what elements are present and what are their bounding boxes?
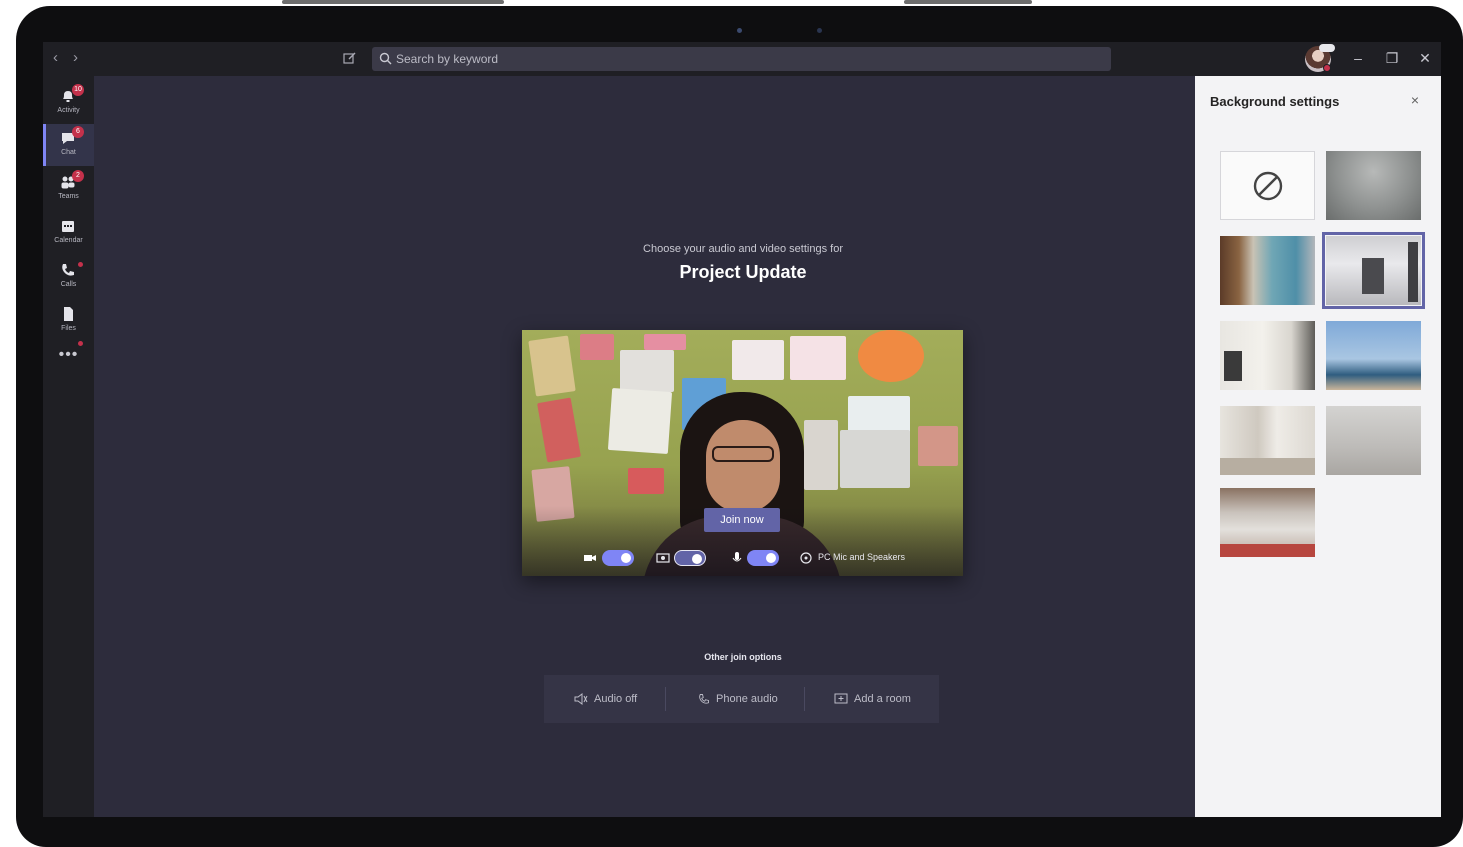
background-option-open-office[interactable] [1220, 488, 1315, 557]
chat-badge: 6 [72, 126, 84, 138]
background-settings-title: Background settings [1210, 94, 1340, 109]
join-now-button[interactable]: Join now [704, 508, 780, 532]
more-apps-icon[interactable]: ••• [43, 346, 94, 364]
teams-window: ‹ › – ❐ ✕ 10 Activity [43, 42, 1441, 817]
speaker-off-icon [574, 693, 588, 705]
search-icon [379, 52, 392, 65]
device-settings-icon[interactable] [799, 552, 813, 564]
activity-badge: 10 [72, 84, 84, 96]
app-bar-label: Teams [58, 193, 79, 200]
other-join-options: Audio off Phone audio Add a room [544, 675, 939, 723]
calls-notification-dot [78, 262, 83, 267]
wall-art [580, 334, 614, 360]
toggle-knob [766, 553, 776, 563]
prejoin-subtitle: Choose your audio and video settings for [643, 243, 843, 255]
phone-audio-option[interactable]: Phone audio [698, 675, 778, 723]
doorway [1362, 258, 1384, 294]
wall-art [918, 426, 958, 466]
wall-art [644, 334, 686, 350]
app-bar-item-calendar[interactable]: Calendar [43, 212, 94, 254]
divider [665, 687, 666, 711]
background-option-wall[interactable] [1326, 406, 1421, 475]
microphone-toggle[interactable] [747, 550, 779, 566]
app-bar-label: Files [61, 325, 76, 332]
app-bar-label: Chat [61, 149, 76, 156]
search-box[interactable] [372, 47, 1111, 71]
wall-art [732, 340, 784, 380]
add-room-label: Add a room [854, 693, 911, 705]
device-button [904, 0, 1032, 4]
wall-art [790, 336, 846, 380]
background-option-hallway[interactable] [1322, 232, 1425, 309]
toggle-knob [621, 553, 631, 563]
teams-badge: 2 [72, 170, 84, 182]
camera-icon [584, 555, 596, 561]
restore-icon[interactable]: ❐ [1383, 49, 1401, 67]
window-frame [1224, 351, 1242, 381]
camera-lens-icon [817, 28, 822, 33]
minimize-icon[interactable]: – [1349, 49, 1367, 67]
phone-audio-label: Phone audio [716, 693, 778, 705]
back-arrow-icon[interactable]: ‹ [53, 50, 58, 66]
toggle-knob [692, 554, 702, 564]
background-blur-toggle[interactable] [674, 550, 706, 566]
room-icon [834, 693, 848, 704]
app-bar: 10 Activity 6 Chat 2 Teams Calendar Call… [43, 76, 94, 817]
wall-art [858, 330, 924, 382]
person-face [706, 420, 780, 512]
wall-art [620, 350, 674, 392]
no-background-icon [1253, 171, 1282, 200]
background-option-bright-room[interactable] [1220, 321, 1315, 390]
more-apps-notification-dot [78, 341, 83, 346]
compose-icon[interactable] [343, 51, 357, 65]
forward-arrow-icon[interactable]: › [73, 50, 78, 66]
close-icon[interactable]: × [1407, 92, 1423, 108]
microphone-icon [732, 552, 742, 562]
window-frame [1408, 242, 1418, 302]
search-input[interactable] [396, 47, 1096, 71]
wall-art [628, 468, 664, 494]
file-icon [64, 307, 73, 321]
camera-toggle[interactable] [602, 550, 634, 566]
wall-art [607, 387, 673, 455]
app-bar-label: Activity [57, 107, 80, 114]
app-bar-item-teams[interactable]: 2 Teams [43, 168, 94, 210]
add-room-option[interactable]: Add a room [834, 675, 911, 723]
close-window-icon[interactable]: ✕ [1416, 49, 1434, 67]
glasses [712, 446, 774, 462]
meeting-title: Project Update [679, 262, 807, 282]
app-bar-label: Calls [60, 281, 77, 288]
app-bar-item-calls[interactable]: Calls [43, 256, 94, 298]
audio-off-label: Audio off [594, 693, 638, 705]
divider [804, 687, 805, 711]
avatar-status-badge [1319, 44, 1335, 52]
title-bar: ‹ › – ❐ ✕ [43, 42, 1441, 76]
app-bar-item-activity[interactable]: 10 Activity [43, 82, 94, 124]
background-option-blur[interactable] [1326, 151, 1421, 220]
app-bar-item-chat[interactable]: 6 Chat [43, 124, 94, 166]
background-option-living-room[interactable] [1220, 406, 1315, 475]
floor [1220, 458, 1315, 475]
background-settings-panel: Background settings × [1195, 76, 1441, 817]
wall-art [840, 430, 910, 488]
other-join-options-title: Other join options [704, 652, 782, 662]
audio-device-label[interactable]: PC Mic and Speakers [818, 552, 905, 562]
device-button [282, 0, 504, 4]
presence-dot-icon [1323, 64, 1331, 72]
wall-art [528, 335, 576, 397]
phone-icon [699, 694, 709, 704]
audio-off-option[interactable]: Audio off [574, 675, 637, 723]
video-preview: Join now PC Mic and Speakers [522, 330, 963, 576]
background-option-none[interactable] [1220, 151, 1315, 220]
phone-icon [62, 264, 74, 276]
wall-art [804, 420, 838, 490]
app-bar-item-files[interactable]: Files [43, 300, 94, 342]
camera-sensor-icon [737, 28, 742, 33]
background-option-city[interactable] [1326, 321, 1421, 390]
app-bar-label: Calendar [54, 237, 83, 244]
calendar-icon [62, 221, 74, 232]
background-effects-icon [656, 553, 670, 563]
background-option-office[interactable] [1220, 236, 1315, 305]
furniture [1220, 544, 1315, 557]
